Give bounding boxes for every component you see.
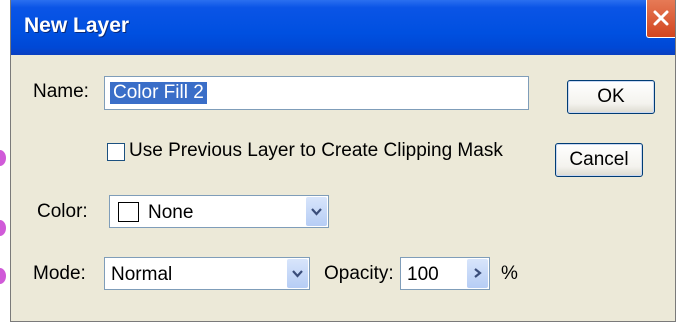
color-dropdown-button[interactable] (306, 197, 327, 226)
dialog-title: New Layer (24, 14, 130, 37)
name-label: Name: (33, 81, 89, 102)
opacity-value: 100 (407, 264, 439, 285)
chevron-down-icon (292, 270, 303, 278)
clipping-mask-label[interactable]: Use Previous Layer to Create Clipping Ma… (129, 140, 503, 162)
mode-label: Mode: (33, 263, 86, 284)
color-value: None (148, 202, 194, 223)
layer-name-input[interactable]: Color Fill 2 (104, 76, 529, 110)
mode-value: Normal (111, 264, 173, 285)
clipping-mask-checkbox[interactable] (107, 143, 125, 161)
title-bar[interactable]: New Layer (11, 0, 675, 55)
mode-select[interactable]: Normal (104, 257, 310, 290)
new-layer-dialog: New Layer Name: Color Fill 2 OK Cancel U… (10, 0, 676, 322)
opacity-input[interactable]: 100 (400, 257, 490, 290)
color-select[interactable]: None (109, 195, 329, 228)
chevron-right-icon (474, 268, 482, 278)
mode-dropdown-button[interactable] (287, 259, 308, 288)
color-swatch (118, 202, 139, 222)
layer-name-value: Color Fill 2 (110, 82, 207, 104)
opacity-label: Opacity: (324, 263, 394, 284)
chevron-down-icon (311, 208, 322, 216)
close-icon (653, 10, 669, 26)
opacity-slider-button[interactable] (467, 259, 488, 288)
opacity-unit: % (501, 263, 518, 284)
ok-button[interactable]: OK (567, 80, 655, 114)
color-label: Color: (37, 201, 88, 222)
close-button[interactable] (646, 0, 675, 38)
cancel-button[interactable]: Cancel (555, 143, 643, 177)
